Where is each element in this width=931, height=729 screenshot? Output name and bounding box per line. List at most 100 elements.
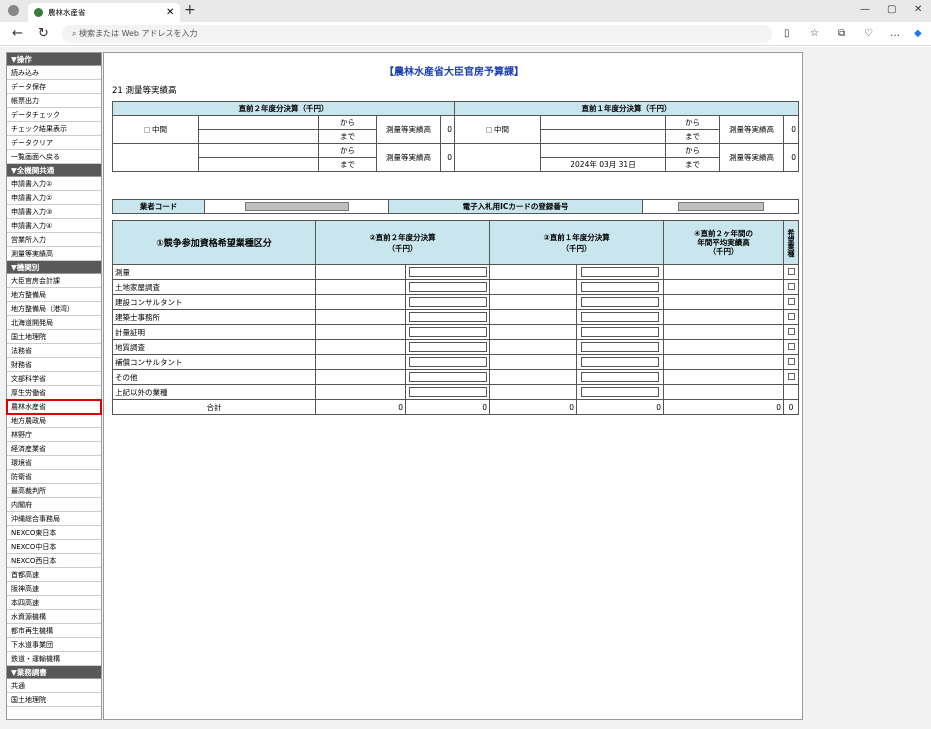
sidebar-item[interactable]: 申請書入力③ bbox=[7, 205, 101, 219]
sidebar-item[interactable]: データ保存 bbox=[7, 80, 101, 94]
desired-checkbox[interactable] bbox=[787, 327, 795, 335]
sidebar-item[interactable]: 地方農政局 bbox=[7, 414, 101, 428]
right-from-date-1[interactable] bbox=[540, 115, 666, 130]
sidebar-item[interactable]: 都市再生機構 bbox=[7, 624, 101, 638]
prior1-amount-input[interactable] bbox=[581, 342, 660, 352]
desired-checkbox[interactable] bbox=[787, 372, 795, 380]
prior2-input-cell[interactable] bbox=[404, 369, 491, 385]
prior2-input-cell[interactable] bbox=[404, 294, 491, 310]
desired-checkbox[interactable] bbox=[787, 342, 795, 350]
favorite-icon[interactable]: ☆ bbox=[810, 28, 819, 39]
sidebar-item[interactable]: 沖縄総合事務局 bbox=[7, 512, 101, 526]
prior2-amount-input[interactable] bbox=[408, 327, 487, 337]
sidebar-item[interactable]: 地方整備局（港湾） bbox=[7, 302, 101, 316]
middle-option-right[interactable]: 中間 bbox=[454, 115, 541, 144]
sidebar-item[interactable]: NEXCO中日本 bbox=[7, 540, 101, 554]
sidebar-item[interactable]: 申請書入力② bbox=[7, 191, 101, 205]
sidebar-item[interactable]: 法務省 bbox=[7, 344, 101, 358]
sidebar-item[interactable]: 一覧画面へ戻る bbox=[7, 150, 101, 164]
prior1-input-cell[interactable] bbox=[576, 339, 665, 355]
left-from-date-1[interactable] bbox=[198, 115, 319, 130]
prior2-input-cell[interactable] bbox=[404, 339, 491, 355]
sidebar-item[interactable]: 共通 bbox=[7, 679, 101, 693]
sidebar-item[interactable]: 測量等実績高 bbox=[7, 247, 101, 261]
prior2-input-cell[interactable] bbox=[404, 279, 491, 295]
sidebar-item[interactable]: 経済産業省 bbox=[7, 442, 101, 456]
sidebar-item[interactable]: 首都高速 bbox=[7, 568, 101, 582]
prior2-amount-input[interactable] bbox=[408, 357, 487, 367]
sidebar-item[interactable]: 水資源機構 bbox=[7, 610, 101, 624]
prior2-input-cell[interactable] bbox=[404, 264, 491, 280]
sidebar-item[interactable]: 最高裁判所 bbox=[7, 484, 101, 498]
sidebar-item[interactable]: 本四高速 bbox=[7, 596, 101, 610]
desired-checkbox[interactable] bbox=[787, 312, 795, 320]
sidebar-item[interactable]: 下水道事業団 bbox=[7, 638, 101, 652]
minimize-button[interactable]: — bbox=[860, 4, 870, 15]
middle-option-left[interactable]: 中間 bbox=[112, 115, 199, 144]
sidebar-item[interactable]: 営業所入力 bbox=[7, 233, 101, 247]
sidebar-item[interactable]: 読み込み bbox=[7, 66, 101, 80]
right-to-date-2[interactable]: 2024年 03月 31日 bbox=[540, 157, 666, 172]
desired-cell[interactable] bbox=[783, 354, 800, 370]
extensions-icon[interactable]: ♡ bbox=[864, 28, 873, 39]
left-to-date-1[interactable] bbox=[198, 129, 319, 144]
sidebar-item[interactable]: 林野庁 bbox=[7, 428, 101, 442]
sidebar-item[interactable]: 大臣官房会計課 bbox=[7, 274, 101, 288]
desired-checkbox[interactable] bbox=[787, 357, 795, 365]
prior2-input-cell[interactable] bbox=[404, 309, 491, 325]
sidebar-item[interactable]: 申請書入力④ bbox=[7, 219, 101, 233]
reader-view-icon[interactable]: ▯ bbox=[784, 28, 790, 39]
sidebar-item[interactable]: 北海道開発局 bbox=[7, 316, 101, 330]
prior2-amount-input[interactable] bbox=[408, 267, 487, 277]
right-to-date-1[interactable] bbox=[540, 129, 666, 144]
desired-cell[interactable] bbox=[783, 294, 800, 310]
prior1-input-cell[interactable] bbox=[576, 294, 665, 310]
sidebar-item[interactable]: チェック結果表示 bbox=[7, 122, 101, 136]
right-from-date-2[interactable] bbox=[540, 143, 666, 158]
desired-cell[interactable] bbox=[783, 279, 800, 295]
copilot-icon[interactable]: ◆ bbox=[914, 28, 922, 39]
desired-cell[interactable] bbox=[783, 324, 800, 340]
maximize-button[interactable]: ▢ bbox=[887, 4, 896, 15]
desired-checkbox[interactable] bbox=[787, 282, 795, 290]
prior2-amount-input[interactable] bbox=[408, 282, 487, 292]
url-input[interactable]: ⌕ 検索または Web アドレスを入力 bbox=[62, 25, 772, 43]
sidebar-item[interactable]: 農林水産省 bbox=[6, 399, 102, 415]
close-window-button[interactable]: ✕ bbox=[914, 4, 922, 15]
prior1-amount-input[interactable] bbox=[581, 297, 660, 307]
middle-checkbox-left[interactable] bbox=[144, 127, 150, 133]
prior1-amount-input[interactable] bbox=[581, 357, 660, 367]
sidebar-item[interactable]: 財務省 bbox=[7, 358, 101, 372]
prior1-amount-input[interactable] bbox=[581, 327, 660, 337]
sidebar-item[interactable]: 文部科学省 bbox=[7, 372, 101, 386]
collections-icon[interactable]: ⧉ bbox=[838, 28, 845, 39]
prior2-input-cell[interactable] bbox=[404, 354, 491, 370]
desired-cell[interactable] bbox=[783, 309, 800, 325]
prior2-amount-input[interactable] bbox=[408, 372, 487, 382]
sidebar-item[interactable]: 阪神高速 bbox=[7, 582, 101, 596]
more-menu-icon[interactable]: … bbox=[890, 28, 900, 39]
sidebar-item[interactable]: 帳票出力 bbox=[7, 94, 101, 108]
prior1-input-cell[interactable] bbox=[576, 384, 665, 400]
left-to-date-2[interactable] bbox=[198, 157, 319, 172]
sidebar-item[interactable]: 防衛省 bbox=[7, 470, 101, 484]
left-from-date-2[interactable] bbox=[198, 143, 319, 158]
prior1-input-cell[interactable] bbox=[576, 309, 665, 325]
prior2-amount-input[interactable] bbox=[408, 342, 487, 352]
prior1-input-cell[interactable] bbox=[576, 279, 665, 295]
desired-cell[interactable] bbox=[783, 339, 800, 355]
browser-tab[interactable]: 農林水産省 ✕ bbox=[28, 3, 180, 22]
desired-cell[interactable] bbox=[783, 369, 800, 385]
sidebar-item[interactable]: 国土地理院 bbox=[7, 693, 101, 707]
refresh-icon[interactable]: ↻ bbox=[38, 26, 49, 41]
prior2-amount-input[interactable] bbox=[408, 312, 487, 322]
back-icon[interactable]: ← bbox=[12, 26, 23, 41]
prior1-input-cell[interactable] bbox=[576, 264, 665, 280]
sidebar-item[interactable]: 厚生労働省 bbox=[7, 386, 101, 400]
sidebar-item[interactable]: NEXCO東日本 bbox=[7, 526, 101, 540]
prior1-amount-input[interactable] bbox=[581, 267, 660, 277]
prior1-amount-input[interactable] bbox=[581, 312, 660, 322]
prior1-input-cell[interactable] bbox=[576, 354, 665, 370]
tab-close-icon[interactable]: ✕ bbox=[166, 3, 174, 22]
sidebar-item[interactable]: 鉄道・運輸機構 bbox=[7, 652, 101, 666]
